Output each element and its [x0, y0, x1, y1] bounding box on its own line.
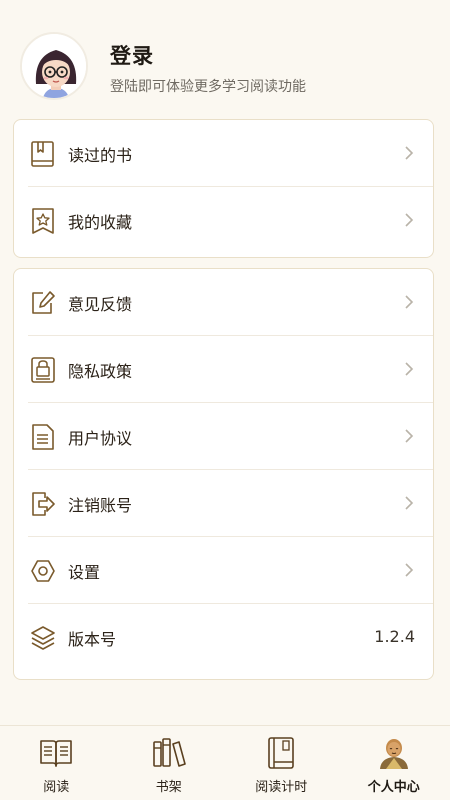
- menu-item-favorites[interactable]: 我的收藏: [14, 187, 433, 254]
- logout-icon: [30, 490, 56, 518]
- tab-label: 个人中心: [367, 780, 420, 795]
- menu-item-label: 隐私政策: [68, 362, 133, 381]
- chevron-right-icon: [403, 561, 415, 579]
- chevron-right-icon: [403, 494, 415, 512]
- open-book-icon: [38, 736, 74, 770]
- menu-item-version: 版本号 1.2.4: [14, 604, 433, 671]
- tab-bookshelf[interactable]: 书架: [113, 726, 226, 800]
- document-icon: [30, 423, 56, 451]
- lock-document-icon: [30, 356, 56, 384]
- tab-label: 阅读: [43, 780, 70, 795]
- chevron-right-icon: [403, 427, 415, 445]
- closed-book-icon: [263, 736, 299, 770]
- chevron-right-icon: [403, 144, 415, 162]
- menu-card-settings: 意见反馈 隐私政策 用户协议 注销账号 设置 版本号 1.2.4: [13, 268, 434, 680]
- layers-icon: [30, 624, 56, 652]
- chevron-right-icon: [403, 211, 415, 229]
- tab-label: 阅读计时: [255, 780, 308, 795]
- menu-card-reading: 读过的书 我的收藏: [13, 119, 434, 258]
- profile-header[interactable]: 登录 登陆即可体验更多学习阅读功能: [0, 0, 450, 110]
- menu-item-label: 设置: [68, 563, 101, 582]
- menu-item-label: 读过的书: [68, 146, 133, 165]
- avatar[interactable]: [20, 32, 88, 100]
- bookshelf-icon: [151, 736, 187, 770]
- login-subtitle: 登陆即可体验更多学习阅读功能: [110, 79, 306, 95]
- tab-reading[interactable]: 阅读: [0, 726, 113, 800]
- menu-item-label: 注销账号: [68, 496, 133, 515]
- menu-item-label: 版本号: [68, 630, 117, 649]
- menu-item-delete-account[interactable]: 注销账号: [14, 470, 433, 537]
- menu-item-read-books[interactable]: 读过的书: [14, 120, 433, 187]
- star-bookmark-icon: [30, 207, 56, 235]
- tab-personal-center[interactable]: 个人中心: [338, 726, 450, 800]
- monk-avatar-icon: [376, 736, 412, 770]
- book-icon: [30, 140, 56, 168]
- menu-item-privacy-policy[interactable]: 隐私政策: [14, 336, 433, 403]
- tab-label: 书架: [155, 780, 182, 795]
- bottom-tab-bar: 阅读 书架 阅读计时 个人中心: [0, 725, 450, 800]
- hexagon-settings-icon: [30, 557, 56, 585]
- login-title[interactable]: 登录: [110, 40, 154, 70]
- menu-item-label: 我的收藏: [68, 213, 133, 232]
- chevron-right-icon: [403, 360, 415, 378]
- girl-avatar-icon: [22, 34, 86, 98]
- menu-item-feedback[interactable]: 意见反馈: [14, 269, 433, 336]
- menu-item-label: 意见反馈: [68, 295, 133, 314]
- menu-item-label: 用户协议: [68, 429, 133, 448]
- menu-item-user-agreement[interactable]: 用户协议: [14, 403, 433, 470]
- menu-item-settings[interactable]: 设置: [14, 537, 433, 604]
- chevron-right-icon: [403, 293, 415, 311]
- tab-reading-timer[interactable]: 阅读计时: [225, 726, 338, 800]
- version-number: 1.2.4: [374, 627, 415, 646]
- edit-icon: [30, 289, 56, 317]
